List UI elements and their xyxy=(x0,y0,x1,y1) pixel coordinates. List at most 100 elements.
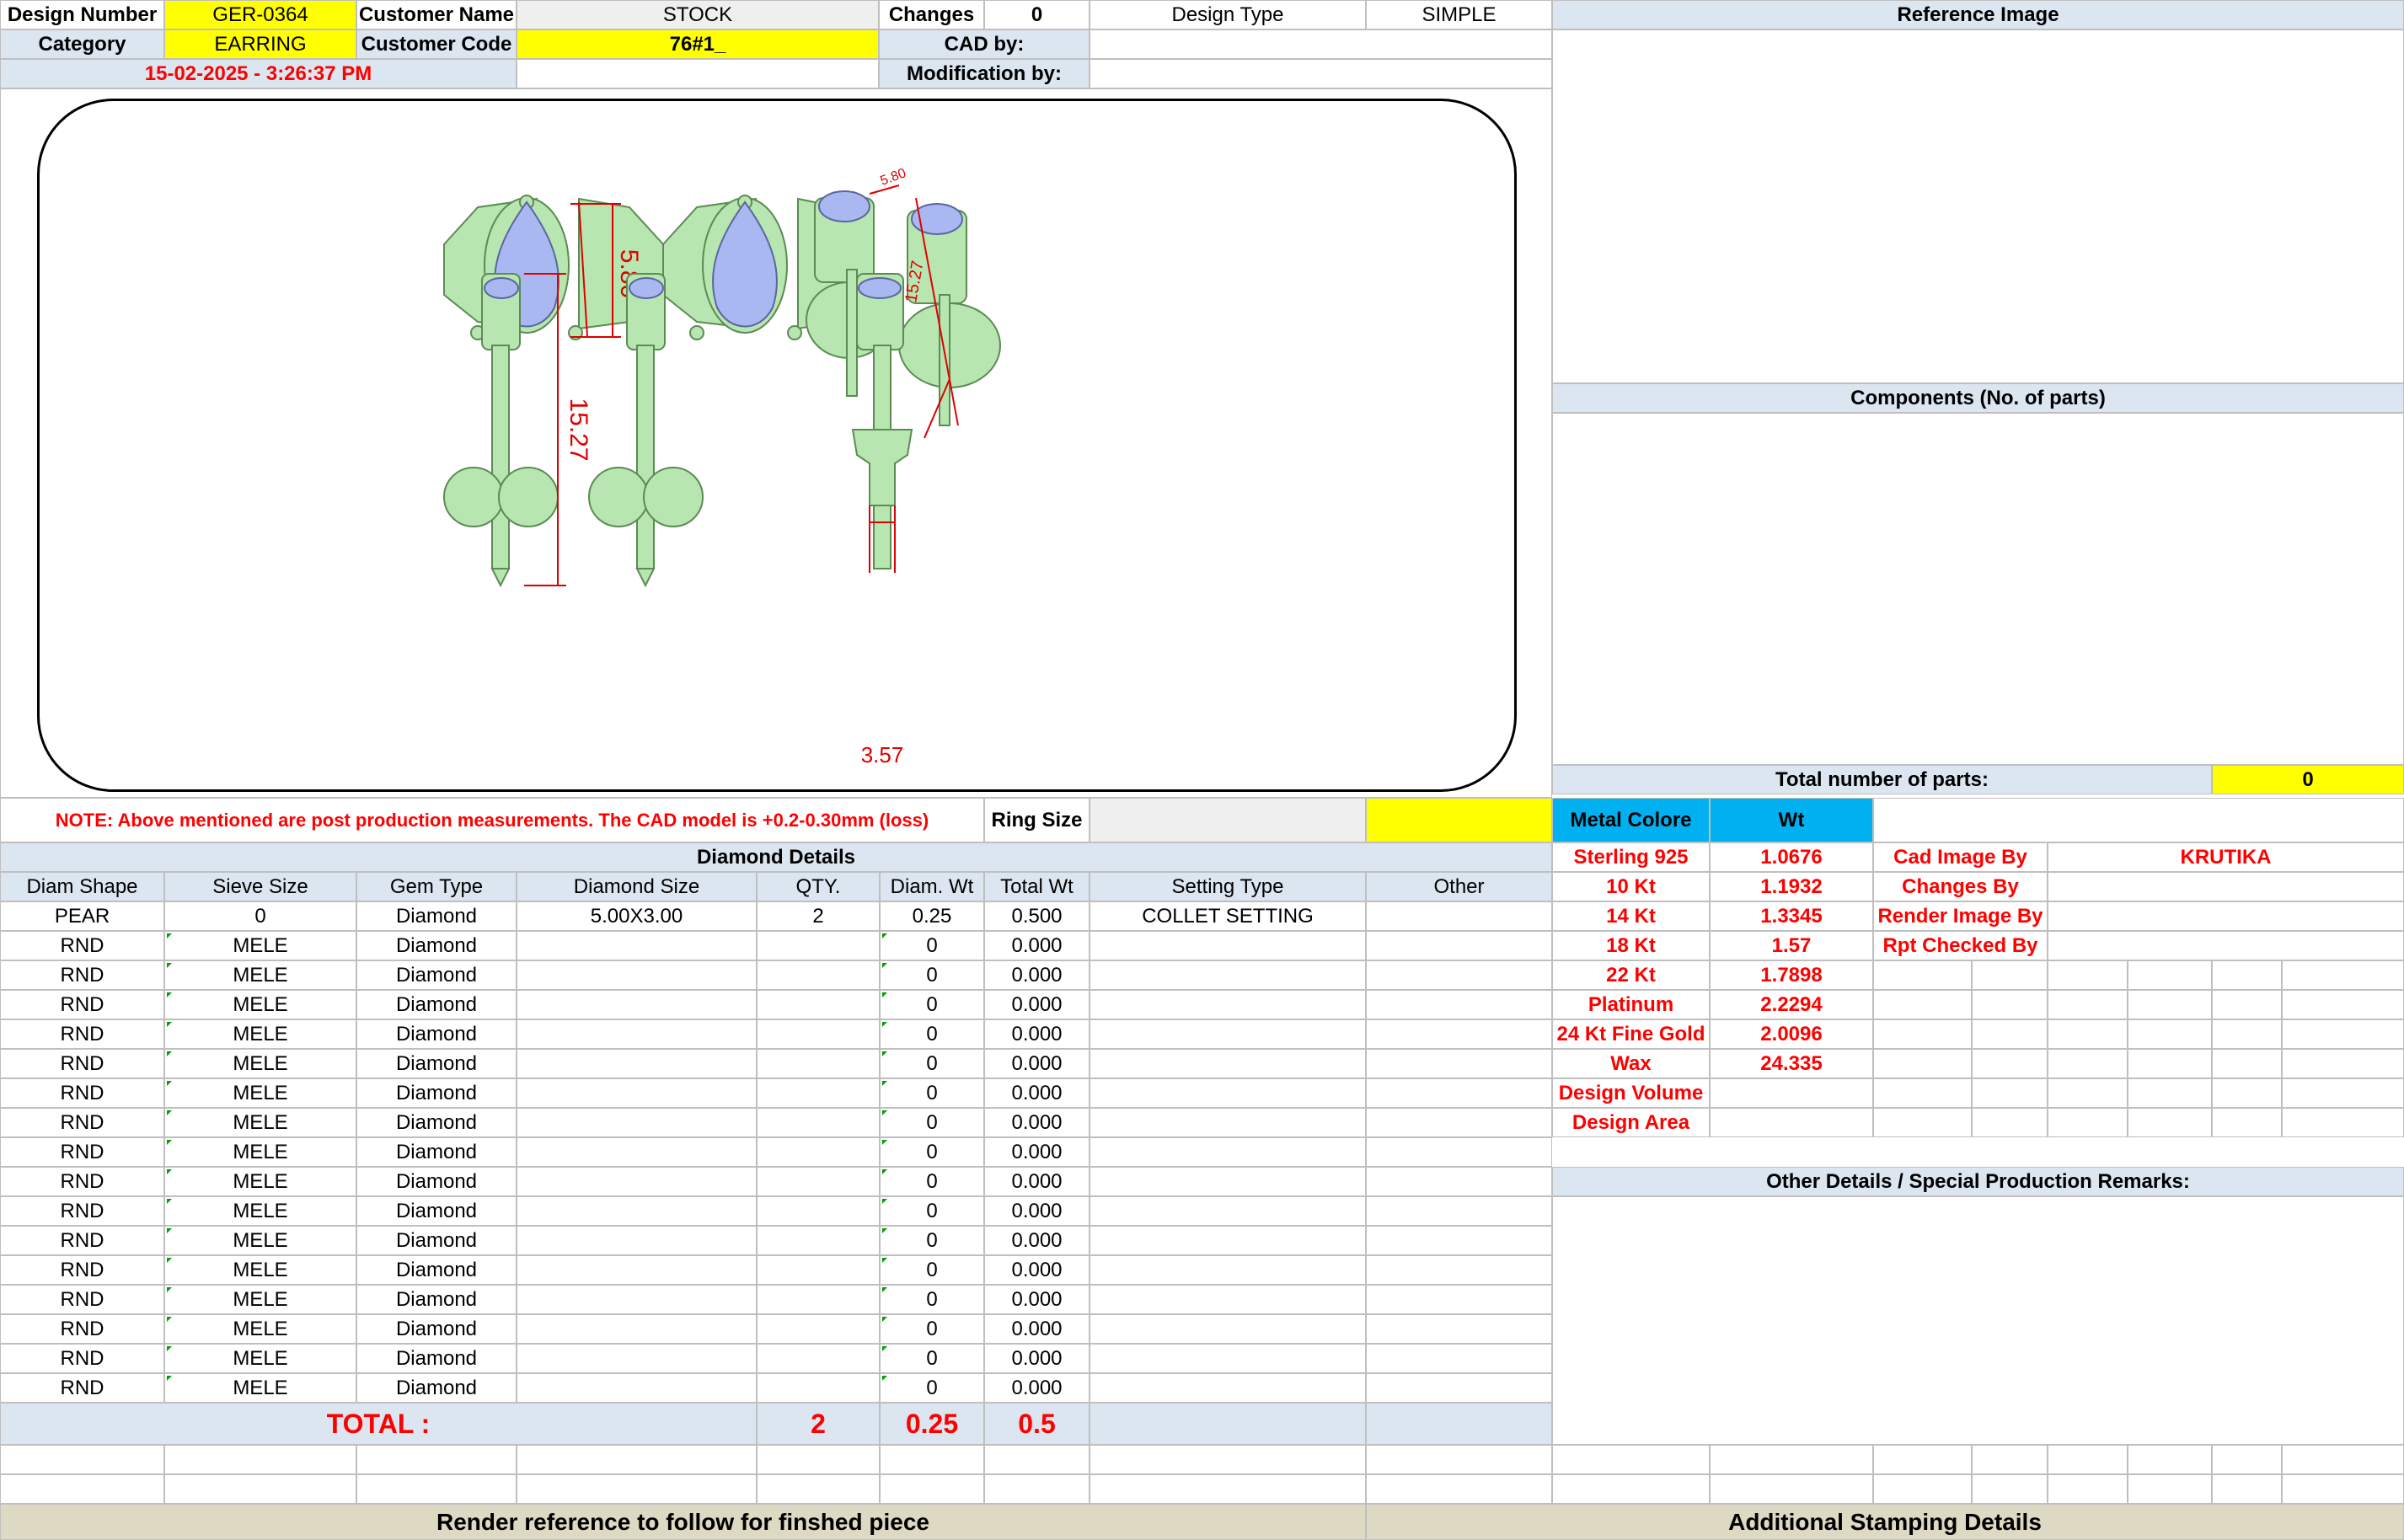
table-cell-diam-shape[interactable]: RND xyxy=(0,1285,164,1314)
blank-cell[interactable] xyxy=(880,1445,984,1474)
table-cell-other[interactable] xyxy=(1366,960,1552,990)
table-cell-diamond-size[interactable] xyxy=(517,1167,757,1196)
grid-cell[interactable] xyxy=(2282,1049,2404,1078)
table-cell-other[interactable] xyxy=(1366,1108,1552,1137)
table-cell-total-wt[interactable]: 0.000 xyxy=(984,1314,1090,1344)
blank-cell[interactable] xyxy=(984,1445,1090,1474)
table-cell-total-wt[interactable]: 0.000 xyxy=(984,1285,1090,1314)
blank-cell[interactable] xyxy=(1366,1445,1552,1474)
table-cell-setting-type[interactable] xyxy=(1090,960,1366,990)
table-cell-total-wt[interactable]: 0.000 xyxy=(984,1137,1090,1167)
grid-cell[interactable] xyxy=(2282,990,2404,1019)
grid-cell[interactable] xyxy=(2212,1108,2282,1137)
table-cell-qty[interactable] xyxy=(757,1078,880,1108)
table-cell-qty[interactable] xyxy=(757,1019,880,1049)
table-cell-other[interactable] xyxy=(1366,1078,1552,1108)
table-cell-total-wt[interactable]: 0.000 xyxy=(984,1373,1090,1403)
table-cell-diamond-size[interactable] xyxy=(517,1373,757,1403)
table-cell-diam-shape[interactable]: RND xyxy=(0,1137,164,1167)
table-cell-diam-wt[interactable]: 0 xyxy=(880,1314,984,1344)
total-parts-value[interactable]: 0 xyxy=(2212,765,2404,794)
cad-by-value[interactable] xyxy=(1090,29,1552,59)
metal-weight[interactable]: 24.335 xyxy=(1710,1049,1873,1078)
blank-cell[interactable] xyxy=(2282,1445,2404,1474)
table-cell-total-wt[interactable]: 0.500 xyxy=(984,901,1090,931)
table-cell-gem-type[interactable]: Diamond xyxy=(356,1049,517,1078)
grid-cell[interactable] xyxy=(2282,1078,2404,1108)
blank-cell[interactable] xyxy=(2128,1445,2212,1474)
table-cell-other[interactable] xyxy=(1366,1344,1552,1373)
table-cell-sieve-size[interactable]: MELE xyxy=(164,1373,356,1403)
table-cell-diamond-size[interactable] xyxy=(517,1285,757,1314)
table-cell-setting-type[interactable] xyxy=(1090,1167,1366,1196)
table-cell-gem-type[interactable]: Diamond xyxy=(356,1196,517,1226)
table-cell-gem-type[interactable]: Diamond xyxy=(356,1167,517,1196)
table-cell-diam-shape[interactable]: RND xyxy=(0,1373,164,1403)
table-cell-diam-wt[interactable]: 0 xyxy=(880,931,984,960)
blank-cell[interactable] xyxy=(164,1474,356,1504)
table-cell-total-wt[interactable]: 0.000 xyxy=(984,990,1090,1019)
metal-weight[interactable]: 2.2294 xyxy=(1710,990,1873,1019)
grid-cell[interactable] xyxy=(2128,1078,2212,1108)
table-cell-diamond-size[interactable] xyxy=(517,931,757,960)
table-cell-gem-type[interactable]: Diamond xyxy=(356,1285,517,1314)
table-cell-diam-shape[interactable]: RND xyxy=(0,1019,164,1049)
blank-cell[interactable] xyxy=(2128,1474,2212,1504)
blank-cell[interactable] xyxy=(356,1445,517,1474)
table-cell-diam-shape[interactable]: RND xyxy=(0,1049,164,1078)
blank-cell[interactable] xyxy=(1090,1474,1366,1504)
table-cell-qty[interactable] xyxy=(757,1196,880,1226)
table-cell-total-wt[interactable]: 0.000 xyxy=(984,1108,1090,1137)
table-cell-diamond-size[interactable] xyxy=(517,1049,757,1078)
blank-cell[interactable] xyxy=(1972,1445,2048,1474)
table-cell-diamond-size[interactable] xyxy=(517,1108,757,1137)
table-cell-other[interactable] xyxy=(1366,1049,1552,1078)
metal-weight[interactable]: 1.1932 xyxy=(1710,872,1873,901)
table-cell-setting-type[interactable] xyxy=(1090,1285,1366,1314)
table-cell-gem-type[interactable]: Diamond xyxy=(356,1255,517,1285)
table-cell-sieve-size[interactable]: MELE xyxy=(164,1019,356,1049)
blank-cell[interactable] xyxy=(880,1474,984,1504)
table-cell-qty[interactable] xyxy=(757,1255,880,1285)
table-cell-diam-shape[interactable]: RND xyxy=(0,931,164,960)
table-cell-diam-shape[interactable]: RND xyxy=(0,1314,164,1344)
table-cell-total-wt[interactable]: 0.000 xyxy=(984,960,1090,990)
table-cell-sieve-size[interactable]: MELE xyxy=(164,1196,356,1226)
table-cell-other[interactable] xyxy=(1366,1137,1552,1167)
other-details-area[interactable] xyxy=(1552,1196,2404,1445)
table-cell-diamond-size[interactable] xyxy=(517,1255,757,1285)
modification-by-value[interactable] xyxy=(1090,59,1552,88)
grid-cell[interactable] xyxy=(2048,1108,2128,1137)
table-cell-total-wt[interactable]: 0.000 xyxy=(984,1344,1090,1373)
table-cell-diam-shape[interactable]: RND xyxy=(0,960,164,990)
table-cell-total-wt[interactable]: 0.000 xyxy=(984,1078,1090,1108)
table-cell-diam-wt[interactable]: 0 xyxy=(880,1137,984,1167)
changes-value[interactable]: 0 xyxy=(984,0,1090,29)
table-cell-sieve-size[interactable]: MELE xyxy=(164,1078,356,1108)
table-cell-setting-type[interactable] xyxy=(1090,1078,1366,1108)
blank-cell[interactable] xyxy=(1552,1474,1710,1504)
table-cell-gem-type[interactable]: Diamond xyxy=(356,1137,517,1167)
table-cell-diamond-size[interactable] xyxy=(517,1314,757,1344)
table-cell-setting-type[interactable] xyxy=(1090,1049,1366,1078)
table-cell-other[interactable] xyxy=(1366,901,1552,931)
grid-cell[interactable] xyxy=(1972,960,2048,990)
grid-cell[interactable] xyxy=(2048,990,2128,1019)
blank-cell[interactable] xyxy=(164,1445,356,1474)
table-cell-diam-wt[interactable]: 0 xyxy=(880,1373,984,1403)
table-cell-qty[interactable] xyxy=(757,1373,880,1403)
table-cell-qty[interactable]: 2 xyxy=(757,901,880,931)
table-cell-setting-type[interactable] xyxy=(1090,1196,1366,1226)
table-cell-other[interactable] xyxy=(1366,931,1552,960)
table-cell-diamond-size[interactable] xyxy=(517,990,757,1019)
table-cell-diam-shape[interactable]: PEAR xyxy=(0,901,164,931)
table-cell-diam-wt[interactable]: 0 xyxy=(880,1019,984,1049)
blank-cell[interactable] xyxy=(1552,1445,1710,1474)
table-cell-diam-wt[interactable]: 0 xyxy=(880,1167,984,1196)
metal-weight[interactable]: 2.0096 xyxy=(1710,1019,1873,1049)
blank-cell[interactable] xyxy=(0,1474,164,1504)
grid-cell[interactable] xyxy=(1873,1108,1972,1137)
blank-cell[interactable] xyxy=(1710,1445,1873,1474)
table-cell-qty[interactable] xyxy=(757,990,880,1019)
table-cell-diamond-size[interactable] xyxy=(517,1137,757,1167)
